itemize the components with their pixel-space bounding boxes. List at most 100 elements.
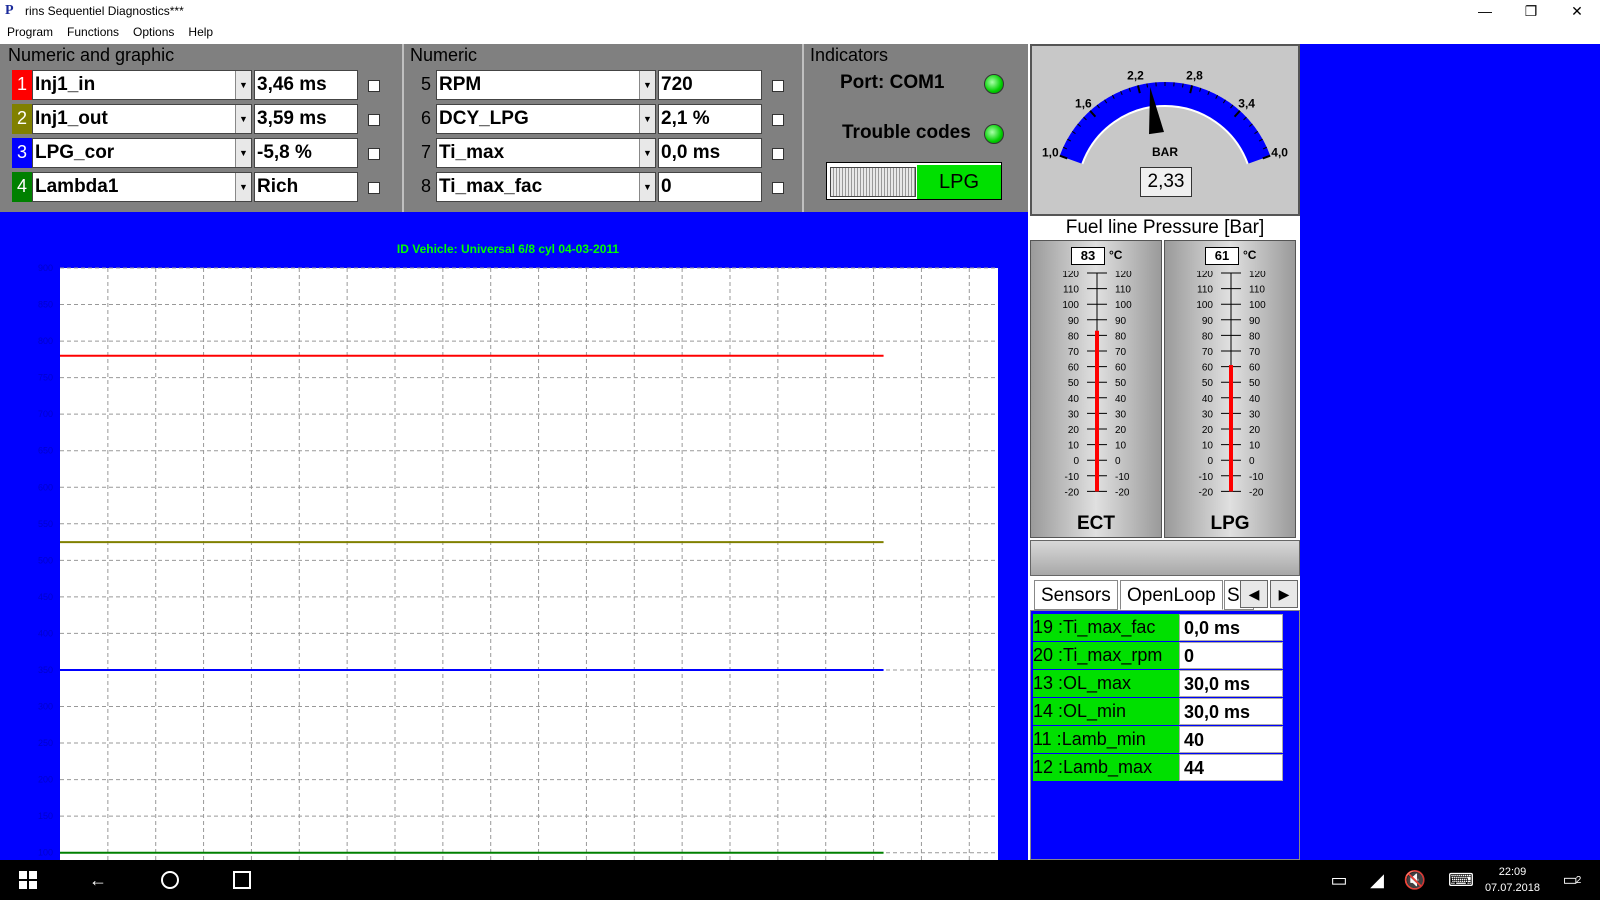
channel-select[interactable]: Inj1_in ▼ <box>32 70 252 100</box>
chevron-down-icon[interactable]: ▼ <box>235 71 251 99</box>
thermo-scale-label: 40 <box>1115 394 1127 405</box>
wifi-icon[interactable]: ◢ <box>1362 860 1392 900</box>
maximize-button[interactable]: ❐ <box>1508 0 1554 22</box>
switch-slider[interactable] <box>830 167 916 197</box>
y-tick-label: 700 <box>38 409 53 419</box>
y-tick-label: 300 <box>38 702 53 712</box>
tab-sensors[interactable]: Sensors <box>1034 580 1118 610</box>
menu-functions[interactable]: Functions <box>60 25 126 39</box>
y-tick-label: 500 <box>38 555 53 565</box>
channel-checkbox[interactable] <box>772 80 784 92</box>
pressure-gauge: 1,0 1,6 2,2 2,8 3,4 4,0 BAR 2,33 <box>1030 44 1300 216</box>
param-row[interactable]: 11 :Lamb_min 40 <box>1033 726 1283 754</box>
thermo-mercury <box>1229 365 1233 492</box>
task-view-icon[interactable] <box>218 860 266 900</box>
channel-checkbox[interactable] <box>368 148 380 160</box>
chart-title: ID Vehicle: Universal 6/8 cyl 04-03-2011 <box>397 242 619 256</box>
thermo-scale-label: 90 <box>1249 316 1261 327</box>
tab-openloop[interactable]: OpenLoop <box>1120 580 1223 610</box>
keyboard-icon[interactable]: ⌨ <box>1444 860 1478 900</box>
thermo-scale-label: 120 <box>1115 271 1132 280</box>
thermo-scale-label: 80 <box>1249 331 1261 342</box>
channel-checkbox[interactable] <box>772 114 784 126</box>
minimize-button[interactable]: — <box>1462 0 1508 22</box>
channel-checkbox[interactable] <box>772 148 784 160</box>
thermo-scale-label: 100 <box>1196 300 1213 311</box>
chevron-down-icon[interactable]: ▼ <box>235 105 251 133</box>
gauge-value: 2,33 <box>1140 167 1192 197</box>
param-name: 19 :Ti_max_fac <box>1033 614 1179 641</box>
param-value: 0,0 ms <box>1179 614 1283 641</box>
thermo-scale-label: 50 <box>1249 378 1261 389</box>
lpg-temp-scale: 120 120110 110100 10090 9080 8070 7060 6050 5040… <box>1196 271 1266 498</box>
channel-select[interactable]: Lambda1 ▼ <box>32 172 252 202</box>
channel-value: Rich <box>254 172 358 202</box>
windows-start-icon[interactable] <box>0 860 56 900</box>
ect-label: ECT <box>1077 513 1115 534</box>
gauge-tick-label: 4,0 <box>1271 145 1288 159</box>
thermo-scale-label: -10 <box>1115 472 1130 483</box>
thermo-scale-label: 60 <box>1115 363 1127 374</box>
chevron-down-icon[interactable]: ▼ <box>639 71 655 99</box>
menu-options[interactable]: Options <box>126 25 181 39</box>
channel-checkbox[interactable] <box>368 80 380 92</box>
param-row[interactable]: 13 :OL_max 30,0 ms <box>1033 670 1283 698</box>
tab-scroll-left-icon[interactable]: ◀ <box>1240 580 1268 608</box>
gauge-tick-label: 1,0 <box>1042 145 1059 159</box>
channel-name: Ti_max <box>439 142 505 163</box>
thermo-scale-label: 50 <box>1202 378 1214 389</box>
channel-number: 2 <box>12 104 32 134</box>
channel-number: 1 <box>12 70 32 100</box>
close-button[interactable]: ✕ <box>1554 0 1600 22</box>
chevron-down-icon[interactable]: ▼ <box>235 139 251 167</box>
chevron-down-icon[interactable]: ▼ <box>235 173 251 201</box>
param-name: 20 :Ti_max_rpm <box>1033 642 1179 669</box>
ect-unit: °C <box>1109 248 1123 262</box>
channel-select[interactable]: Inj1_out ▼ <box>32 104 252 134</box>
notification-icon[interactable]: ▭ 2 <box>1552 860 1592 900</box>
back-arrow-icon[interactable]: ← <box>74 860 122 900</box>
battery-icon[interactable]: ▭ <box>1324 860 1354 900</box>
menu-program[interactable]: Program <box>0 25 60 39</box>
status-band <box>1030 540 1300 576</box>
param-row[interactable]: 20 :Ti_max_rpm 0 <box>1033 642 1283 670</box>
menu-help[interactable]: Help <box>181 25 220 39</box>
channel-select[interactable]: LPG_cor ▼ <box>32 138 252 168</box>
param-row[interactable]: 19 :Ti_max_fac 0,0 ms <box>1033 614 1283 642</box>
chevron-down-icon[interactable]: ▼ <box>639 105 655 133</box>
thermo-scale-label: 40 <box>1202 394 1214 405</box>
channel-select[interactable]: Ti_max_fac ▼ <box>436 172 656 202</box>
channel-value: 3,59 ms <box>254 104 358 134</box>
channel-select[interactable]: Ti_max ▼ <box>436 138 656 168</box>
channel-number: 6 <box>420 108 431 128</box>
y-tick-label: 800 <box>38 336 53 346</box>
port-led-icon <box>984 74 1004 94</box>
thermo-scale-label: 110 <box>1115 285 1131 296</box>
param-row[interactable]: 12 :Lamb_max 44 <box>1033 754 1283 782</box>
lpg-switch[interactable]: LPG <box>826 162 1002 200</box>
gauge-title: Fuel line Pressure [Bar] <box>1030 216 1300 240</box>
clock[interactable]: 22:09 07.07.2018 <box>1485 864 1540 896</box>
channel-select[interactable]: DCY_LPG ▼ <box>436 104 656 134</box>
channel-checkbox[interactable] <box>368 182 380 194</box>
channel-select[interactable]: RPM ▼ <box>436 70 656 100</box>
search-circle-icon[interactable] <box>146 860 194 900</box>
chevron-down-icon[interactable]: ▼ <box>639 139 655 167</box>
tab-scroll-right-icon[interactable]: ▶ <box>1270 580 1298 608</box>
title-bar: P rins Sequentiel Diagnostics*** — ❐ ✕ <box>0 0 1600 22</box>
channel-name: RPM <box>439 74 482 95</box>
lpg-temp-label: LPG <box>1210 513 1250 534</box>
thermo-scale-label: 100 <box>1062 300 1079 311</box>
blue-background <box>1300 44 1600 860</box>
channel-checkbox[interactable] <box>772 182 784 194</box>
taskbar: ← ▭ ◢ 🔇 ⌨ 22:09 07.07.2018 ▭ 2 <box>0 860 1600 900</box>
channel-name: LPG_cor <box>35 142 115 163</box>
trouble-codes-led-icon[interactable] <box>984 124 1004 144</box>
chevron-down-icon[interactable]: ▼ <box>639 173 655 201</box>
thermo-scale-label: 30 <box>1068 409 1080 420</box>
volume-muted-icon[interactable]: 🔇 <box>1400 860 1430 900</box>
channel-number: 7 <box>420 142 431 162</box>
channel-checkbox[interactable] <box>368 114 380 126</box>
param-row[interactable]: 14 :OL_min 30,0 ms <box>1033 698 1283 726</box>
thermo-scale-label: 10 <box>1068 441 1080 452</box>
